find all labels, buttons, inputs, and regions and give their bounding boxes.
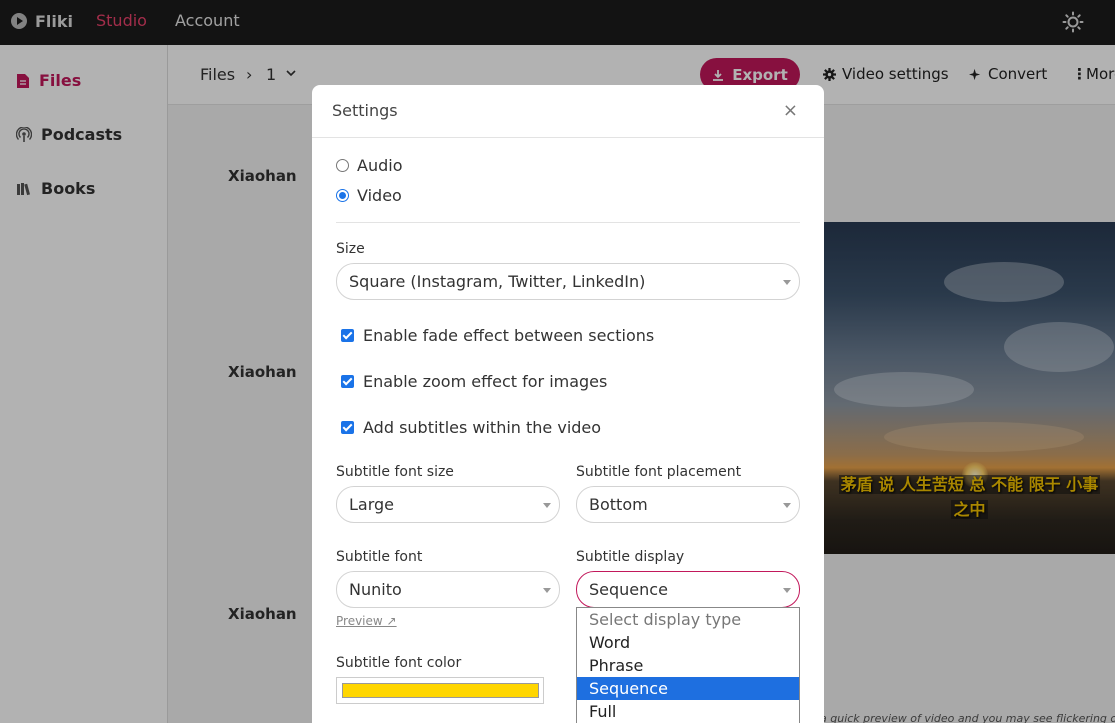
zoom-effect-checkbox-row[interactable]: Enable zoom effect for images: [341, 372, 607, 391]
close-icon[interactable]: ×: [783, 102, 798, 120]
dropdown-option-full[interactable]: Full: [577, 700, 799, 723]
checkbox[interactable]: [341, 375, 354, 388]
size-label: Size: [336, 241, 365, 257]
size-select[interactable]: Square (Instagram, Twitter, LinkedIn): [336, 263, 800, 300]
dropdown-option-phrase[interactable]: Phrase: [577, 654, 799, 677]
subtitle-display-value: Sequence: [589, 580, 668, 599]
fade-effect-checkbox-row[interactable]: Enable fade effect between sections: [341, 326, 654, 345]
caret-down-icon: [783, 280, 791, 285]
checkbox-label: Enable zoom effect for images: [363, 372, 608, 391]
subtitle-font-value: Nunito: [349, 580, 402, 599]
radio-label: Video: [357, 186, 402, 205]
display-type-dropdown: Select display type Word Phrase Sequence…: [576, 607, 800, 723]
subtitle-font-size-select[interactable]: Large: [336, 486, 560, 523]
subtitle-font-size-value: Large: [349, 495, 395, 514]
color-swatch-fill: [342, 683, 539, 698]
caret-down-icon: [783, 588, 791, 593]
radio-button[interactable]: [336, 189, 349, 202]
checkbox-label: Enable fade effect between sections: [363, 326, 655, 345]
subtitle-display-label: Subtitle display: [576, 549, 685, 565]
subtitle-color-picker[interactable]: [336, 677, 544, 704]
divider: [336, 222, 800, 223]
subtitle-font-select[interactable]: Nunito: [336, 571, 560, 608]
dropdown-option-word[interactable]: Word: [577, 631, 799, 654]
radio-video[interactable]: Video: [336, 186, 402, 205]
radio-button[interactable]: [336, 159, 349, 172]
radio-audio[interactable]: Audio: [336, 156, 402, 175]
subtitles-checkbox-row[interactable]: Add subtitles within the video: [341, 418, 601, 437]
dropdown-option-placeholder[interactable]: Select display type: [577, 608, 799, 631]
subtitle-placement-label: Subtitle font placement: [576, 464, 742, 480]
modal-title: Settings: [332, 101, 398, 120]
subtitle-color-label: Subtitle font color: [336, 655, 462, 671]
dropdown-option-sequence[interactable]: Sequence: [577, 677, 799, 700]
caret-down-icon: [543, 588, 551, 593]
checkbox[interactable]: [341, 329, 354, 342]
subtitle-display-select[interactable]: Sequence: [576, 571, 800, 608]
subtitle-font-size-label: Subtitle font size: [336, 464, 454, 480]
checkbox[interactable]: [341, 421, 354, 434]
size-value: Square (Instagram, Twitter, LinkedIn): [349, 272, 646, 291]
subtitle-placement-value: Bottom: [589, 495, 648, 514]
modal-header: Settings ×: [312, 85, 824, 138]
radio-label: Audio: [357, 156, 403, 175]
subtitle-placement-select[interactable]: Bottom: [576, 486, 800, 523]
caret-down-icon: [783, 503, 791, 508]
font-preview-link[interactable]: Preview ↗: [336, 614, 397, 628]
subtitle-font-label: Subtitle font: [336, 549, 423, 565]
checkbox-label: Add subtitles within the video: [363, 418, 602, 437]
caret-down-icon: [543, 503, 551, 508]
